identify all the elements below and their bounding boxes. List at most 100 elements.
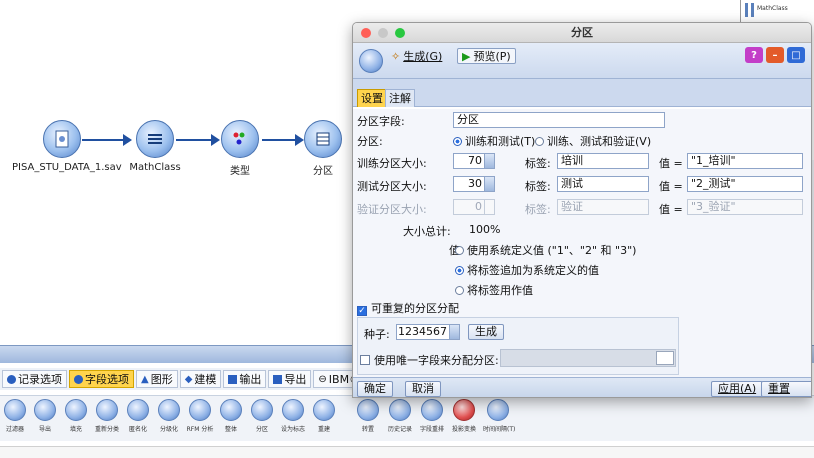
partition-dialog: 分区 ✧ 生成(G) ▶ 预览(P) ? – □ 设置 注解 分区字段: 分区 … [352, 22, 812, 398]
history-icon [389, 399, 411, 421]
seed-generate-button[interactable]: 生成 [468, 324, 504, 340]
radio-icon [535, 137, 544, 146]
palette-node-history[interactable]: 历史记录 [385, 399, 415, 433]
generate-icon: ✧ [391, 49, 401, 63]
palette-tab-spss[interactable]: ⊖IBM® SPSS® Sta [313, 370, 354, 388]
palette-node-projection[interactable]: 投影变换 [449, 399, 479, 433]
minimize-icon[interactable]: – [766, 47, 784, 63]
test-value-input[interactable]: "2_测试" [687, 176, 803, 192]
binning-icon [158, 399, 180, 421]
values-system-defined-radio[interactable]: 使用系统定义值 ("1"、"2" 和 "3") [455, 242, 636, 258]
train-value-input[interactable]: "1_培训" [687, 153, 803, 169]
cancel-button[interactable]: 取消 [405, 381, 441, 397]
radio-selected-icon [453, 137, 462, 146]
help-icon[interactable]: ? [745, 47, 763, 63]
palette-node-derive[interactable]: 导出 [30, 399, 60, 433]
test-size-stepper[interactable]: 30 [453, 176, 495, 192]
seed-group: 种子: 1234567 生成 使用唯一字段来分配分区: [357, 317, 679, 375]
values-use-labels-radio[interactable]: 将标签用作值 [455, 282, 533, 298]
validation-tag-input: 验证 [557, 199, 649, 215]
reset-button[interactable]: 重置(R) [761, 381, 811, 397]
radio-icon [455, 286, 464, 295]
train-size-stepper[interactable]: 70 [453, 153, 495, 169]
palette-tabs: 记录选项 字段选项 ▲图形 ◆建模 输出 导出 ⊖IBM® SPSS® Sta [0, 368, 354, 390]
anonymize-icon [127, 399, 149, 421]
filler-icon [65, 399, 87, 421]
maximize-icon[interactable]: □ [787, 47, 805, 63]
unique-field-combo[interactable] [500, 349, 676, 367]
unique-field-checkbox[interactable]: 使用唯一字段来分配分区: [360, 352, 499, 368]
checkmark-icon: ✓ [357, 306, 367, 316]
tab-annotations[interactable]: 注解 [385, 89, 415, 107]
stream-node-source[interactable]: PISA_STU_DATA_1.sav [12, 120, 122, 173]
records-icon [7, 374, 16, 384]
source-file-icon [43, 120, 81, 158]
transpose-icon [357, 399, 379, 421]
train-tag-input[interactable]: 培训 [557, 153, 649, 169]
generate-menu-button[interactable]: ✧ 生成(G) [387, 48, 446, 64]
radio-icon [455, 246, 464, 255]
partitions-label: 分区: [357, 135, 383, 148]
palette-tab-export[interactable]: 导出 [268, 370, 312, 388]
reclassify-icon [96, 399, 118, 421]
partitions-train-test-radio[interactable]: 训练和测试(T) [453, 133, 535, 149]
apply-button[interactable]: 应用(A) [711, 381, 764, 397]
validation-tag-label: 标签: [525, 203, 551, 216]
spinner-arrows-icon[interactable] [485, 153, 495, 169]
graphs-icon: ▲ [141, 373, 149, 385]
derive-icon [136, 120, 174, 158]
stub-label: MathClass [757, 5, 788, 12]
validation-value-input: "3_验证" [687, 199, 803, 215]
dialog-toolbar: ✧ 生成(G) ▶ 预览(P) ? – □ [353, 43, 811, 79]
palette-node-anonymize[interactable]: 匿名化 [123, 399, 153, 433]
dialog-titlebar[interactable]: 分区 [353, 23, 811, 43]
partition-field-label: 分区字段: [357, 115, 405, 128]
palette-tab-graphs[interactable]: ▲ 图形 [136, 370, 178, 388]
test-tag-input[interactable]: 测试 [557, 176, 649, 192]
palette-node-time-intervals[interactable]: 时间间隔(T) [483, 399, 515, 433]
values-append-labels-radio[interactable]: 将标签追加为系统定义的值 [455, 262, 599, 278]
palette-node-rfm[interactable]: RFM 分析 [185, 399, 215, 433]
spinner-arrows-icon[interactable] [485, 176, 495, 192]
palette-node-reclassify[interactable]: 重新分类 [92, 399, 122, 433]
palette-tab-modeling[interactable]: ◆ 建模 [179, 370, 222, 388]
palette-node-binning[interactable]: 分级化 [154, 399, 184, 433]
field-picker-icon[interactable] [656, 351, 674, 365]
modeling-icon: ◆ [184, 373, 193, 385]
zoom-window-button[interactable] [395, 28, 405, 38]
ok-button[interactable]: 确定 [357, 381, 393, 397]
validation-size-stepper: 0 [453, 199, 495, 215]
partitions-train-test-valid-radio[interactable]: 训练、测试和验证(V) [535, 133, 651, 149]
palette-node-filler[interactable]: 填充 [61, 399, 91, 433]
partition-field-input[interactable]: 分区 [453, 112, 665, 128]
validation-value-label: 值 = [659, 203, 683, 216]
type-icon [221, 120, 259, 158]
palette-node-transpose[interactable]: 转置 [353, 399, 383, 433]
dialog-title: 分区 [571, 26, 593, 39]
palette-node-reorder[interactable]: 字段重排 [417, 399, 447, 433]
close-window-button[interactable] [361, 28, 371, 38]
repeatable-checkbox[interactable]: ✓ 可重复的分区分配 [357, 300, 459, 316]
settings-form: 分区字段: 分区 分区: 训练和测试(T) 训练、测试和验证(V) 训练分区大小… [353, 109, 811, 377]
palette-tab-fields[interactable]: 字段选项 [69, 370, 134, 388]
palette-tab-records[interactable]: 记录选项 [2, 370, 67, 388]
seed-stepper[interactable]: 1234567 [396, 324, 460, 340]
palette-tab-output[interactable]: 输出 [223, 370, 267, 388]
palette-node-partition[interactable]: 分区 [247, 399, 277, 433]
partition-icon [251, 399, 273, 421]
preview-button[interactable]: ▶ 预览(P) [457, 48, 516, 64]
palette-node-setflag[interactable]: 设为标志 [278, 399, 308, 433]
spinner-arrows-icon[interactable] [450, 324, 460, 340]
fields-icon [74, 374, 83, 384]
palette-node-filter[interactable]: 过滤器 [0, 399, 30, 433]
palette-node-restructure[interactable]: 重建 [309, 399, 339, 433]
tab-settings[interactable]: 设置 [357, 89, 387, 107]
output-icon [228, 374, 238, 384]
minimize-window-button[interactable] [378, 28, 388, 38]
reorder-icon [421, 399, 443, 421]
train-value-label: 值 = [659, 157, 683, 170]
derive-icon [34, 399, 56, 421]
status-strip [0, 446, 814, 458]
test-size-label: 测试分区大小: [357, 180, 427, 193]
palette-node-ensemble[interactable]: 整体 [216, 399, 246, 433]
